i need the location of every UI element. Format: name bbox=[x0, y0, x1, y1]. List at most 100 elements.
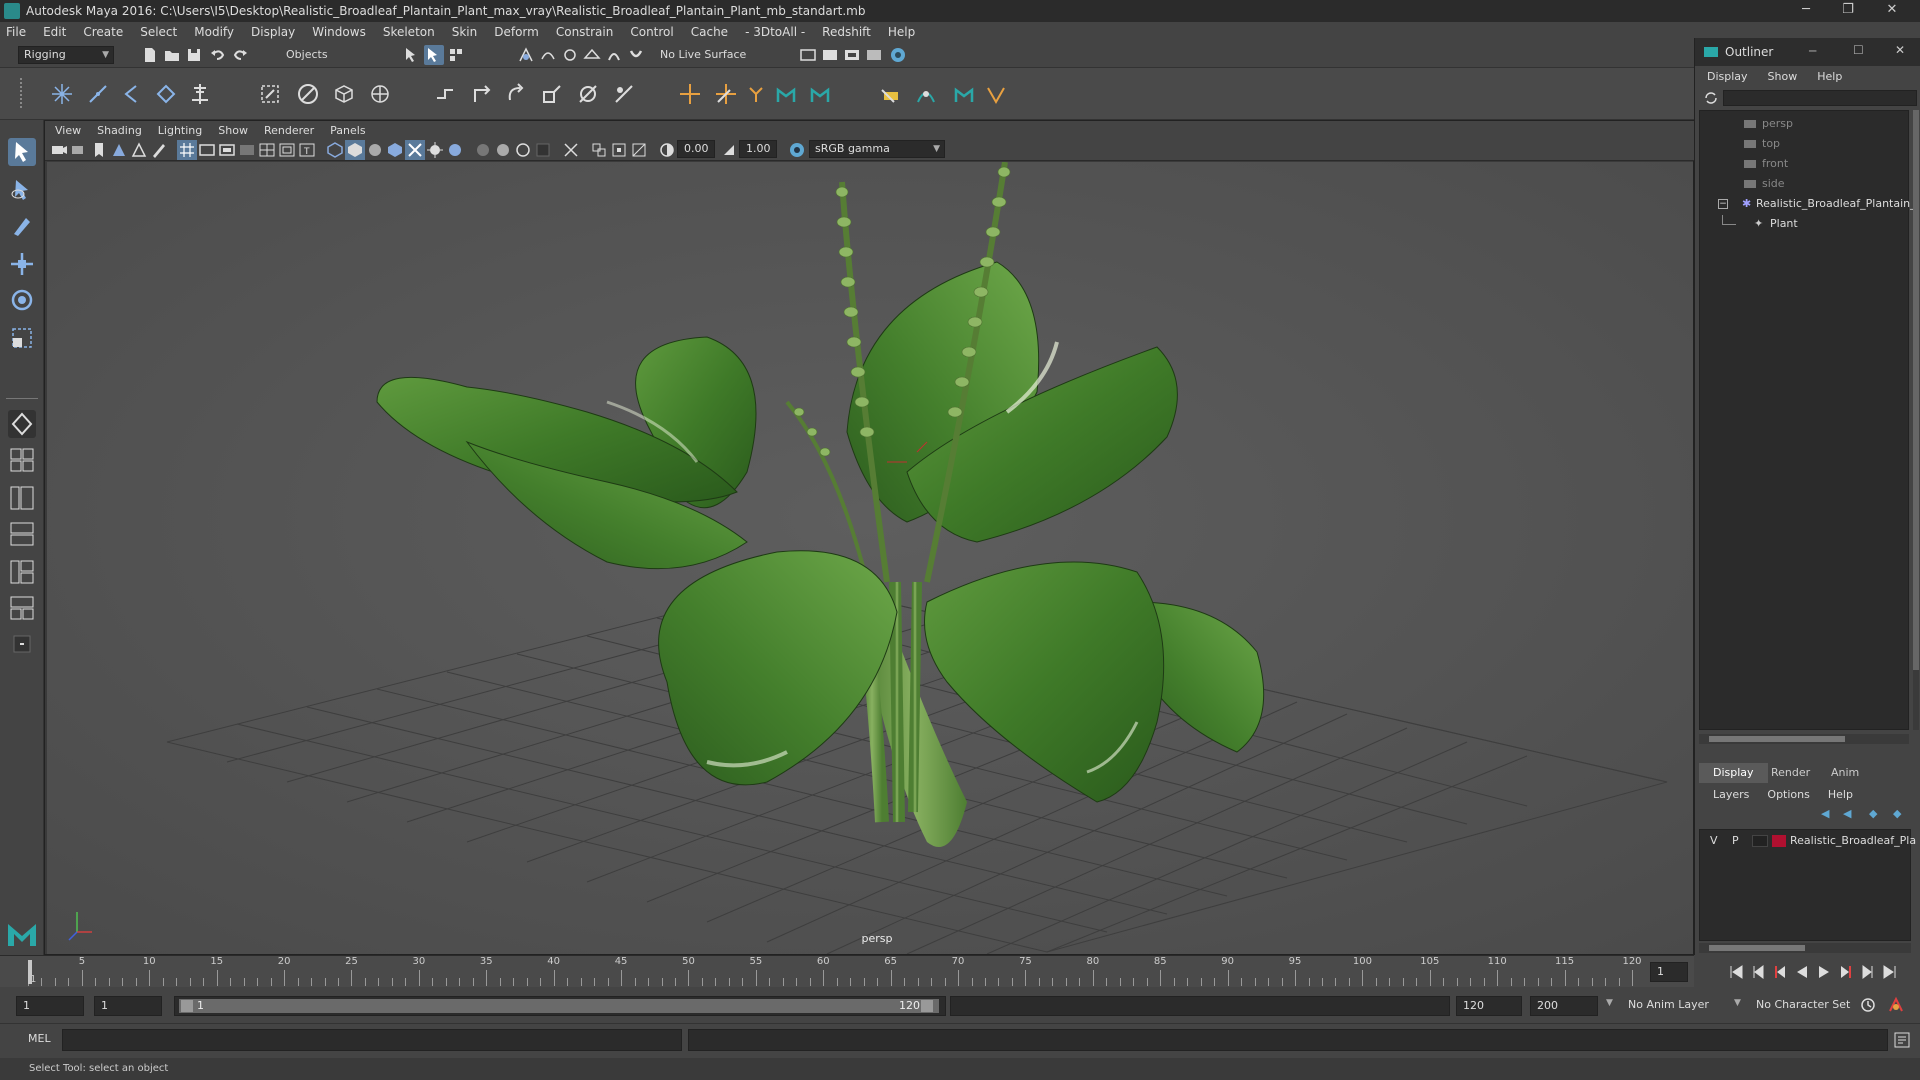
joint-tool-icon[interactable] bbox=[50, 82, 74, 106]
layer-menu-help[interactable]: Help bbox=[1828, 788, 1853, 801]
parent-constraint-icon[interactable] bbox=[576, 82, 600, 106]
bookmark-icon[interactable] bbox=[89, 140, 109, 160]
step-back-key-icon[interactable] bbox=[1770, 962, 1790, 982]
range-slider-bar[interactable]: 1 120 bbox=[179, 999, 939, 1013]
outliner-minimize-button[interactable]: ─ bbox=[1809, 44, 1816, 58]
go-to-end-icon[interactable] bbox=[1880, 962, 1900, 982]
chevron-down-icon[interactable]: ▼ bbox=[1734, 998, 1741, 1008]
orient-constraint-icon[interactable] bbox=[504, 82, 528, 106]
outliner-scroll-thumb[interactable] bbox=[1913, 110, 1919, 670]
bind-skin-icon[interactable] bbox=[258, 82, 282, 106]
motion-blur-icon[interactable] bbox=[473, 140, 493, 160]
xray-joints-icon[interactable] bbox=[589, 140, 609, 160]
screen-space-ao-icon[interactable] bbox=[445, 140, 465, 160]
point-constraint-icon[interactable] bbox=[434, 82, 458, 106]
wireframe-on-shaded-icon[interactable] bbox=[365, 140, 385, 160]
new-layer-icon[interactable]: ◆ bbox=[1869, 807, 1877, 820]
insert-joint-icon[interactable] bbox=[154, 82, 178, 106]
command-input[interactable] bbox=[62, 1029, 682, 1051]
cluster-icon[interactable] bbox=[368, 82, 392, 106]
redo-icon[interactable] bbox=[230, 45, 250, 65]
hypershade-icon[interactable] bbox=[888, 45, 908, 65]
menu-constrain[interactable]: Constrain bbox=[556, 25, 614, 39]
step-forward-icon[interactable] bbox=[1858, 962, 1878, 982]
outliner-menu-help[interactable]: Help bbox=[1817, 70, 1842, 83]
layer-menu-layers[interactable]: Layers bbox=[1713, 788, 1749, 801]
panel-menu-lighting[interactable]: Lighting bbox=[158, 124, 202, 137]
tab-render[interactable]: Render bbox=[1757, 763, 1824, 783]
mirror-joint-icon[interactable] bbox=[188, 82, 212, 106]
camera-attributes-icon[interactable] bbox=[69, 140, 89, 160]
aim-constraint-icon[interactable] bbox=[470, 82, 494, 106]
layer-row[interactable]: V P Realistic_Broadleaf_Pla bbox=[1700, 832, 1916, 850]
menu-help[interactable]: Help bbox=[888, 25, 915, 39]
select-object-icon[interactable] bbox=[424, 45, 444, 65]
layer-visibility-toggle[interactable]: V bbox=[1710, 834, 1718, 847]
outliner-hscroll-thumb[interactable] bbox=[1709, 736, 1845, 742]
layer-horizontal-scrollbar[interactable] bbox=[1699, 943, 1911, 953]
auto-key-icon[interactable] bbox=[1858, 995, 1878, 1015]
ik-handle-icon[interactable] bbox=[86, 82, 110, 106]
locator-icon[interactable] bbox=[678, 82, 702, 106]
menu-modify[interactable]: Modify bbox=[194, 25, 234, 39]
undo-icon[interactable] bbox=[208, 45, 228, 65]
paint-weights-icon[interactable] bbox=[296, 82, 320, 106]
menu-cache[interactable]: Cache bbox=[691, 25, 728, 39]
panel-menu-panels[interactable]: Panels bbox=[330, 124, 365, 137]
scale-tool-icon[interactable] bbox=[8, 324, 36, 352]
animation-preferences-icon[interactable] bbox=[1886, 995, 1906, 1015]
menu-3dtoall[interactable]: - 3DtoAll - bbox=[745, 25, 805, 39]
move-tool-icon[interactable] bbox=[8, 250, 36, 278]
menuset-dropdown[interactable]: Rigging ▼ bbox=[18, 46, 114, 64]
anim-layer-label[interactable]: No Anim Layer bbox=[1628, 998, 1709, 1011]
menu-file[interactable]: File bbox=[6, 25, 26, 39]
lasso-tool-icon[interactable] bbox=[8, 176, 36, 204]
shelf-handle[interactable] bbox=[20, 78, 26, 108]
lattice-icon[interactable] bbox=[332, 82, 356, 106]
restore-button[interactable]: ❐ bbox=[1828, 0, 1868, 22]
ik-spline-icon[interactable] bbox=[120, 82, 144, 106]
resolution-gate-icon[interactable] bbox=[217, 140, 237, 160]
menu-redshift[interactable]: Redshift bbox=[822, 25, 871, 39]
layer-playback-toggle[interactable]: P bbox=[1732, 834, 1739, 847]
time-slider[interactable]: 5 10 15 20 25 30 35 40 45 50 55 60 65 70 75 80 85 90 95 100… bbox=[0, 955, 1694, 987]
image-plane-icon[interactable] bbox=[109, 140, 129, 160]
textured-icon[interactable] bbox=[385, 140, 405, 160]
rotate-tool-icon[interactable] bbox=[8, 286, 36, 314]
persp-graph-layout-icon[interactable] bbox=[8, 520, 36, 548]
minimize-button[interactable]: ─ bbox=[1786, 0, 1826, 22]
chevron-down-icon[interactable]: ▼ bbox=[1606, 998, 1613, 1008]
script-language-toggle[interactable]: MEL bbox=[28, 1032, 51, 1045]
hik-control-icon[interactable] bbox=[952, 82, 976, 106]
xray-icon[interactable] bbox=[561, 140, 581, 160]
live-surface-label[interactable]: No Live Surface bbox=[660, 48, 746, 61]
range-slider-track[interactable]: 1 120 bbox=[174, 996, 946, 1016]
select-tool-icon[interactable] bbox=[8, 138, 36, 166]
quick-rig-icon[interactable] bbox=[878, 82, 902, 106]
snap-live-icon[interactable] bbox=[604, 45, 624, 65]
playback-end-field[interactable]: 120 bbox=[1456, 996, 1522, 1016]
new-layer-selected-icon[interactable]: ◆ bbox=[1893, 807, 1901, 820]
step-forward-key-icon[interactable] bbox=[1836, 962, 1856, 982]
twod-pan-zoom-icon[interactable] bbox=[129, 140, 149, 160]
layout-menu-icon[interactable] bbox=[8, 630, 36, 658]
depth-of-field-icon[interactable] bbox=[513, 140, 533, 160]
animation-start-field[interactable]: 1 bbox=[16, 996, 84, 1016]
ipr-render-icon[interactable] bbox=[842, 45, 862, 65]
safe-action-icon[interactable] bbox=[277, 140, 297, 160]
smooth-shade-icon[interactable] bbox=[345, 140, 365, 160]
panel-menu-view[interactable]: View bbox=[55, 124, 81, 137]
backface-culling-icon[interactable] bbox=[629, 140, 649, 160]
blend-shape-icon[interactable] bbox=[914, 82, 938, 106]
go-to-start-icon[interactable] bbox=[1726, 962, 1746, 982]
outliner-menu-show[interactable]: Show bbox=[1768, 70, 1798, 83]
panel-menu-renderer[interactable]: Renderer bbox=[264, 124, 314, 137]
move-layer-down-icon[interactable]: ◀ bbox=[1843, 807, 1851, 820]
animation-end-field[interactable]: 200 bbox=[1530, 996, 1598, 1016]
current-frame-field[interactable]: 1 bbox=[1650, 962, 1688, 982]
snap-curve-icon[interactable] bbox=[538, 45, 558, 65]
camera-icon[interactable] bbox=[49, 140, 69, 160]
new-scene-icon[interactable] bbox=[140, 45, 160, 65]
list-item[interactable]: front bbox=[1700, 155, 1910, 173]
close-button[interactable]: ✕ bbox=[1872, 0, 1912, 22]
